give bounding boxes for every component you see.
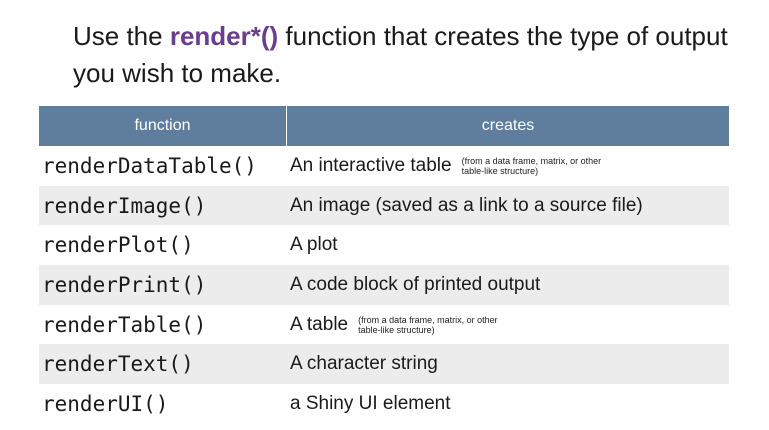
slide-heading: Use the render*() function that creates … xyxy=(73,18,733,92)
output-note: (from a data frame, matrix, or other tab… xyxy=(461,155,602,176)
function-output: A table (from a data frame, matrix, or o… xyxy=(287,314,729,336)
table-row: renderImage() An image (saved as a link … xyxy=(39,185,729,226)
table-row: renderText() A character string xyxy=(39,344,729,385)
output-note: (from a data frame, matrix, or other tab… xyxy=(358,314,498,335)
header-creates: creates xyxy=(481,117,535,134)
function-name: renderPrint() xyxy=(42,272,207,297)
function-name: renderImage() xyxy=(42,193,207,218)
table-row: renderDataTable() An interactive table (… xyxy=(39,146,729,186)
function-name: renderDataTable() xyxy=(42,153,257,178)
output-description: A plot xyxy=(290,234,338,256)
function-name: renderPlot() xyxy=(42,233,194,258)
function-output: A character string xyxy=(287,353,729,375)
header-function: function xyxy=(39,106,287,146)
output-description: A character string xyxy=(290,353,438,375)
table-row: renderPrint() A code block of printed ou… xyxy=(39,265,729,305)
table-row: renderPlot() A plot xyxy=(39,225,729,265)
table-row: renderTable() A table (from a data frame… xyxy=(39,305,729,345)
function-name: renderUI() xyxy=(42,391,169,416)
output-description: a Shiny UI element xyxy=(290,392,451,414)
function-output: An image (saved as a link to a source fi… xyxy=(287,195,729,217)
function-output: A code block of printed output xyxy=(287,274,729,296)
render-functions-table: function creates renderDataTable() An in… xyxy=(39,106,729,424)
function-output: a Shiny UI element xyxy=(287,393,729,415)
table-row: renderUI() a Shiny UI element xyxy=(39,384,729,424)
heading-prefix: Use the xyxy=(73,21,170,51)
output-description: An interactive table xyxy=(290,154,452,176)
output-description: A code block of printed output xyxy=(290,273,541,295)
function-name: renderTable() xyxy=(42,312,207,337)
function-output: An interactive table (from a data frame,… xyxy=(287,155,729,177)
heading-accent: render*() xyxy=(169,21,279,51)
table-header: function creates xyxy=(39,106,729,146)
output-description: An image (saved as a link to a source fi… xyxy=(290,194,643,216)
function-name: renderText() xyxy=(42,352,194,377)
output-description: A table xyxy=(290,313,349,335)
function-output: A plot xyxy=(287,234,729,256)
